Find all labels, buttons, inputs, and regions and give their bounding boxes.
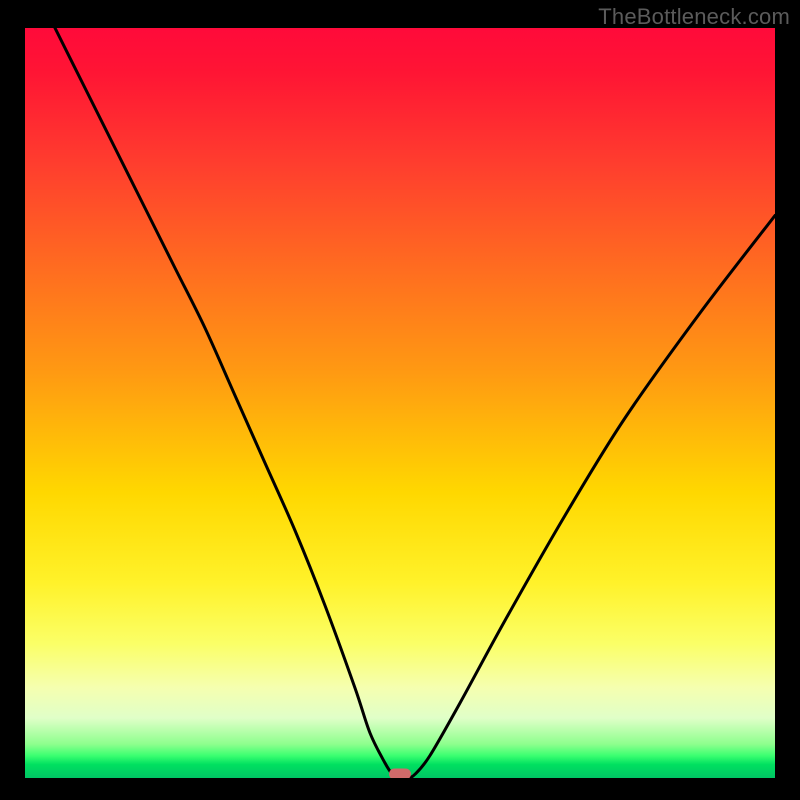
optimal-point-marker (389, 769, 411, 779)
chart-frame: TheBottleneck.com (0, 0, 800, 800)
bottleneck-curve (25, 28, 775, 778)
plot-area (25, 28, 775, 778)
watermark-text: TheBottleneck.com (598, 4, 790, 30)
